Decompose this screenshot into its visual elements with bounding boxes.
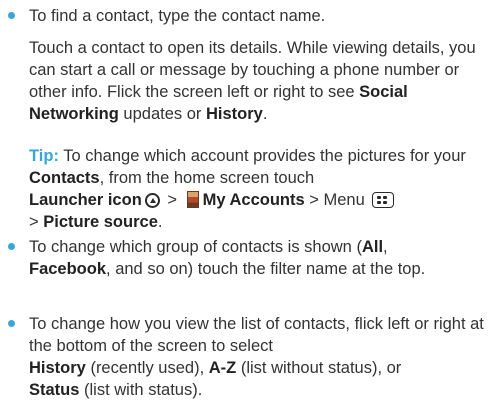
contacts-term: Contacts	[29, 169, 100, 187]
bullet-icon	[8, 243, 15, 250]
my-accounts-icon	[186, 191, 199, 208]
a-z-view-term: A-Z	[208, 359, 237, 377]
launcher-icon-term: Launcher icon	[29, 191, 142, 209]
list-item: To change which group of contacts is sho…	[8, 236, 487, 302]
history-view-term: History	[29, 359, 86, 377]
list-item: To change how you view the list of conta…	[8, 313, 487, 413]
status-view-term: Status	[29, 381, 80, 399]
launcher-icon	[144, 193, 160, 208]
menu-icon	[372, 192, 395, 208]
tip-label: Tip:	[29, 147, 59, 165]
bullet-icon	[8, 320, 15, 327]
bullet-text: To change which group of contacts is sho…	[29, 238, 426, 278]
my-accounts-term: My Accounts	[202, 191, 305, 209]
history-term: History	[205, 105, 263, 123]
bullet-icon	[8, 12, 15, 19]
all-filter-term: All	[361, 238, 384, 256]
facebook-filter-term: Facebook	[29, 260, 107, 278]
bullet-text: To find a contact, type the contact name…	[29, 7, 326, 25]
list-item: To find a contact, type the contact name…	[8, 5, 487, 27]
picture-source-term: Picture source	[43, 213, 158, 231]
bullet-text: To change how you view the list of conta…	[29, 315, 484, 399]
manual-page: To find a contact, type the contact name…	[0, 0, 493, 416]
contact-details-paragraph: Touch a contact to open its details. Whi…	[29, 39, 476, 123]
tip-paragraph: Tip: To change which account provides th…	[29, 147, 466, 231]
